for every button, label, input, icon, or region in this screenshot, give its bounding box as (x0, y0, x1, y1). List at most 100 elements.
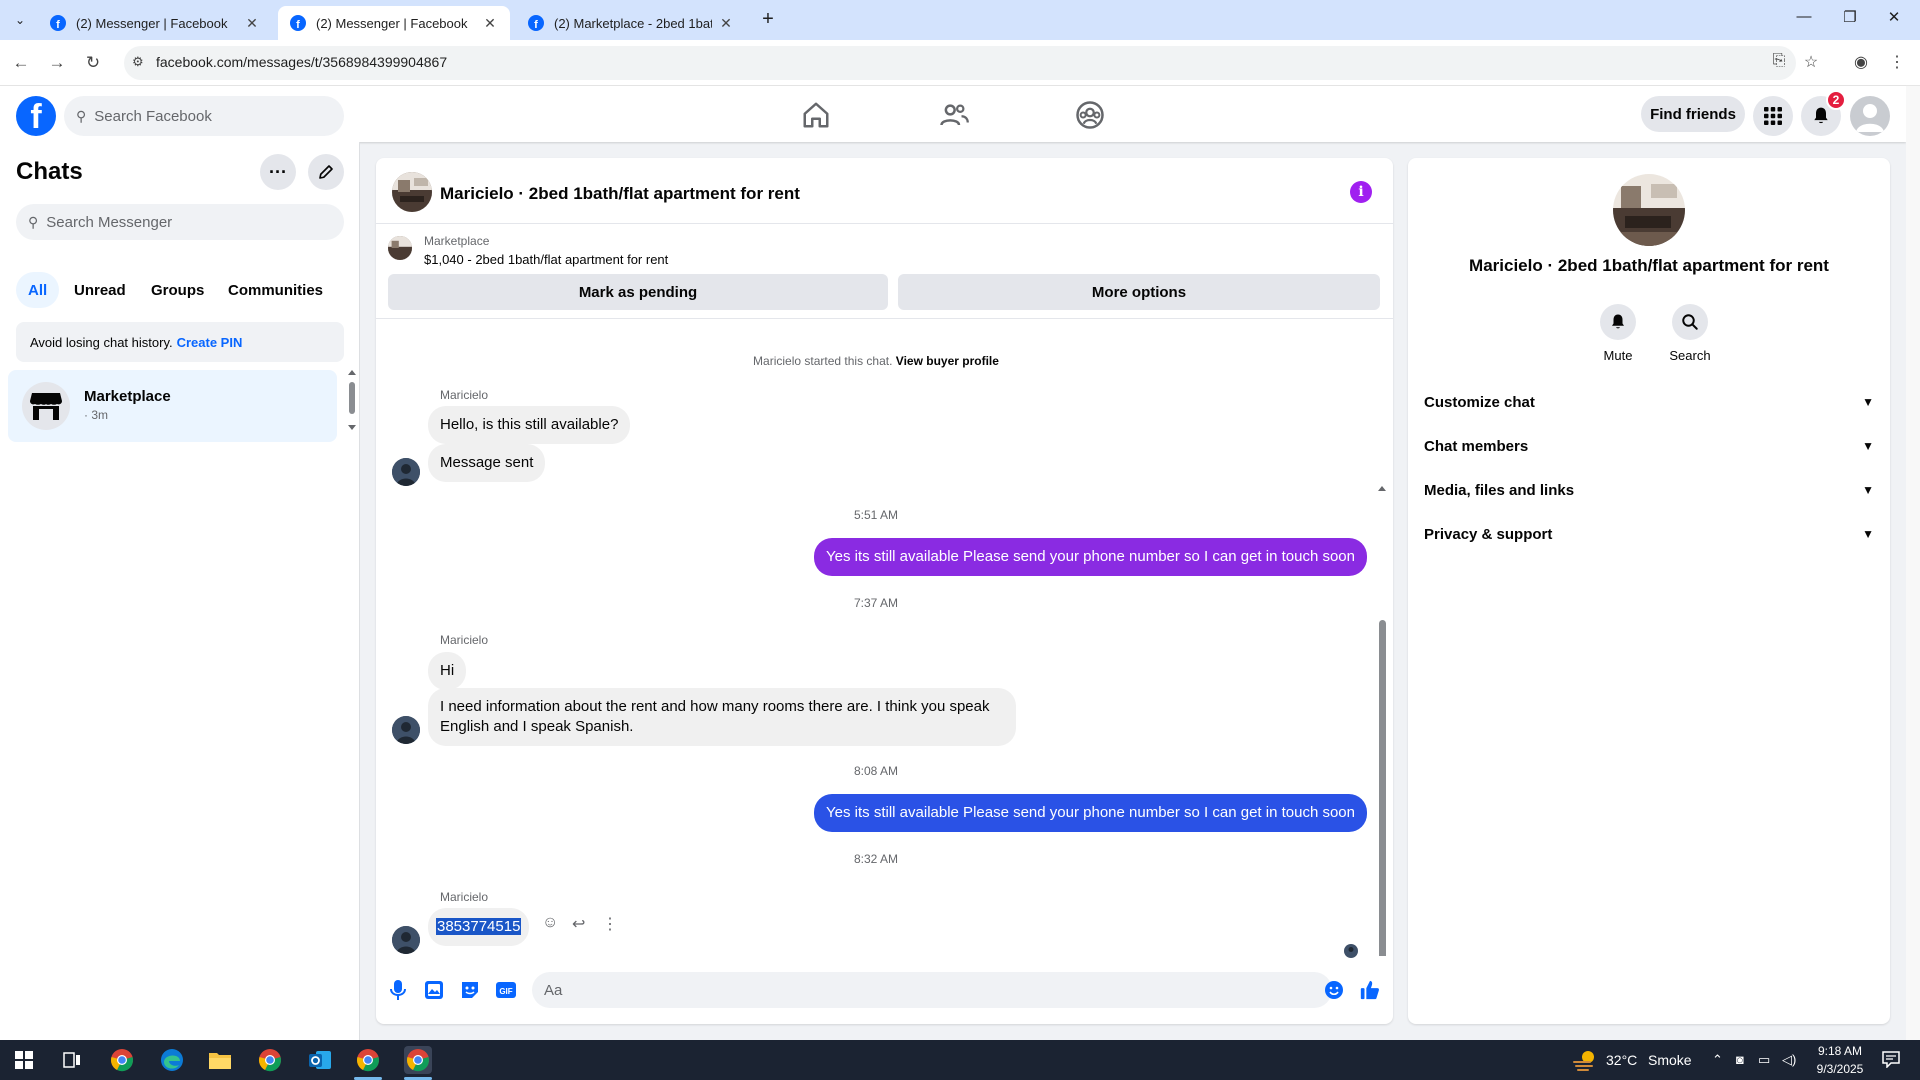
url-text[interactable]: facebook.com/messages/t/3568984399904867 (156, 54, 447, 70)
sender-avatar[interactable] (392, 716, 420, 744)
reload-icon[interactable]: ↻ (82, 52, 104, 74)
mark-as-pending-button[interactable]: Mark as pending (388, 274, 888, 310)
info-icon[interactable]: i (1350, 181, 1372, 203)
facebook-logo-icon[interactable]: f (16, 96, 56, 136)
chrome-active-window-icon[interactable] (404, 1046, 432, 1074)
incoming-message[interactable]: Hi (428, 652, 467, 690)
chats-options-icon[interactable]: ··· (260, 154, 296, 190)
page-scrollbar[interactable] (1906, 86, 1920, 1040)
clock-time[interactable]: 9:18 AM (1812, 1044, 1868, 1058)
phone-number-text[interactable]: 3853774515 (436, 918, 522, 935)
install-app-icon[interactable]: ⎘ (1768, 52, 1790, 74)
tab-search-button[interactable]: ⌄ (8, 8, 32, 32)
minimize-icon[interactable]: — (1784, 8, 1824, 25)
microphone-icon[interactable] (386, 978, 410, 1002)
marketplace-label: Marketplace (424, 234, 490, 248)
facebook-favicon-icon: f (290, 15, 306, 31)
new-message-icon[interactable] (308, 154, 344, 190)
outgoing-message[interactable]: Yes its still available Please send your… (814, 538, 1367, 576)
bookmark-star-icon[interactable]: ☆ (1800, 52, 1822, 74)
browser-tab-2[interactable]: f (2) Messenger | Facebook ✕ (278, 6, 510, 40)
messages-scrollbar[interactable] (1376, 320, 1388, 956)
timestamp: 5:51 AM (853, 508, 899, 522)
sender-name: Maricielo (440, 633, 489, 647)
mute-button[interactable]: Mute (1588, 304, 1648, 363)
like-thumb-icon[interactable] (1358, 978, 1382, 1002)
new-tab-button[interactable]: + (756, 9, 780, 31)
create-pin-link[interactable]: Create PIN (177, 335, 243, 350)
close-window-icon[interactable]: ✕ (1874, 8, 1914, 26)
sender-avatar[interactable] (392, 458, 420, 486)
search-in-chat-button[interactable]: Search (1660, 304, 1720, 363)
outlook-icon[interactable] (306, 1046, 334, 1074)
react-emoji-icon[interactable]: ☺ (542, 914, 558, 932)
edge-icon[interactable] (158, 1046, 186, 1074)
network-icon[interactable]: ▭ (1758, 1052, 1770, 1068)
sticker-icon[interactable] (458, 978, 482, 1002)
chrome-profile-icon[interactable] (256, 1046, 284, 1074)
incoming-message[interactable]: I need information about the rent and ho… (428, 688, 1016, 746)
customize-chat-row[interactable]: Customize chat ▼ (1424, 384, 1874, 420)
gif-icon[interactable]: GIF (494, 978, 518, 1002)
site-info-icon[interactable]: ⚙ (132, 54, 144, 70)
message-input[interactable]: Aa (532, 972, 1332, 1008)
privacy-support-row[interactable]: Privacy & support ▼ (1424, 516, 1874, 552)
chrome-icon[interactable] (108, 1046, 136, 1074)
file-explorer-icon[interactable] (206, 1046, 234, 1074)
chat-list-item[interactable]: Marketplace · 3m (8, 370, 337, 442)
message-line: I need information about the rent and ho… (440, 698, 990, 715)
menu-grid-icon[interactable] (1753, 96, 1793, 136)
meet-now-icon[interactable]: ◙ (1736, 1052, 1744, 1067)
messenger-search-input[interactable]: ⚲ Search Messenger (16, 204, 344, 240)
clock-date[interactable]: 9/3/2025 (1812, 1062, 1868, 1076)
profile-icon[interactable]: ◉ (1850, 52, 1872, 74)
filter-communities[interactable]: Communities (216, 272, 335, 308)
listing-thumbnail[interactable] (392, 172, 432, 212)
incoming-message[interactable]: Hello, is this still available? (428, 406, 631, 444)
chat-list-scrollbar[interactable] (346, 368, 358, 432)
browser-menu-icon[interactable]: ⋮ (1886, 52, 1908, 74)
row-label: Chat members (1424, 437, 1529, 455)
emoji-icon[interactable] (1322, 978, 1346, 1002)
weather-icon[interactable] (1572, 1048, 1598, 1072)
media-files-links-row[interactable]: Media, files and links ▼ (1424, 472, 1874, 508)
sender-avatar[interactable] (392, 926, 420, 954)
task-view-icon[interactable] (58, 1046, 86, 1074)
volume-icon[interactable]: ◁) (1782, 1052, 1796, 1068)
home-icon[interactable] (801, 100, 831, 130)
view-buyer-profile-link[interactable]: View buyer profile (896, 354, 999, 368)
incoming-message[interactable]: Message sent (428, 444, 546, 482)
close-icon[interactable]: ✕ (718, 15, 734, 32)
account-avatar[interactable] (1850, 96, 1890, 136)
bell-icon (1600, 304, 1636, 340)
filter-groups[interactable]: Groups (139, 272, 216, 308)
browser-tab-1[interactable]: f (2) Messenger | Facebook ✕ (38, 6, 272, 40)
close-icon[interactable]: ✕ (244, 15, 260, 32)
filter-unread[interactable]: Unread (62, 272, 138, 308)
back-icon[interactable]: ← (10, 52, 32, 74)
chrome-window-icon[interactable] (354, 1046, 382, 1074)
chat-members-row[interactable]: Chat members ▼ (1424, 428, 1874, 464)
reply-icon[interactable]: ↩ (572, 914, 585, 934)
friends-icon[interactable] (939, 100, 969, 130)
close-icon[interactable]: ✕ (482, 15, 498, 32)
browser-tab-3[interactable]: f (2) Marketplace - 2bed 1bath/fl ✕ (516, 6, 746, 40)
listing-photo[interactable] (1613, 174, 1685, 246)
tray-expand-icon[interactable]: ⌃ (1712, 1052, 1723, 1068)
restore-icon[interactable]: ❐ (1830, 8, 1870, 26)
listing-price-title[interactable]: $1,040 - 2bed 1bath/flat apartment for r… (424, 252, 668, 267)
groups-icon[interactable] (1075, 100, 1105, 130)
windows-start-icon[interactable] (10, 1046, 38, 1074)
conversation-title[interactable]: Maricielo · 2bed 1bath/flat apartment fo… (440, 184, 800, 204)
photo-icon[interactable] (422, 978, 446, 1002)
outgoing-message[interactable]: Yes its still available Please send your… (814, 794, 1367, 832)
incoming-message[interactable]: 3853774515 (428, 908, 530, 946)
more-actions-icon[interactable]: ⋮ (602, 914, 618, 934)
more-options-button[interactable]: More options (898, 274, 1380, 310)
facebook-search-input[interactable]: ⚲ Search Facebook (64, 96, 344, 136)
forward-icon[interactable]: → (46, 52, 68, 74)
notification-center-icon[interactable] (1882, 1050, 1900, 1071)
filter-all[interactable]: All (16, 272, 60, 308)
find-friends-button[interactable]: Find friends (1641, 96, 1745, 132)
svg-text:GIF: GIF (499, 987, 512, 996)
